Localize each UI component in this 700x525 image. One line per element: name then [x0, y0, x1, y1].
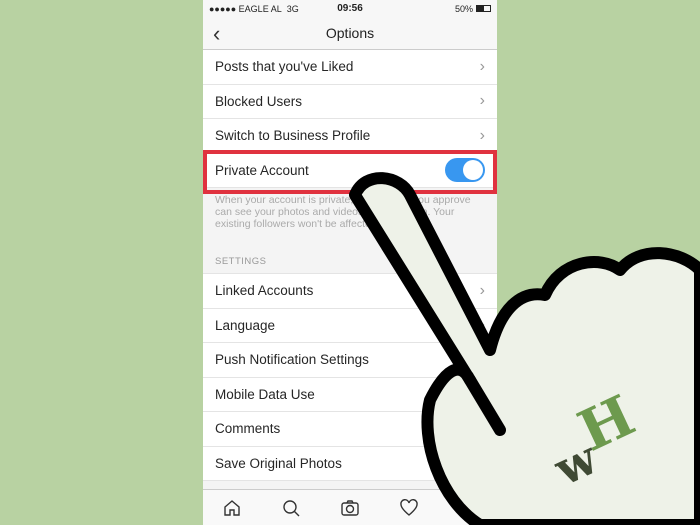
pointing-hand-illustration: w H — [349, 172, 700, 525]
